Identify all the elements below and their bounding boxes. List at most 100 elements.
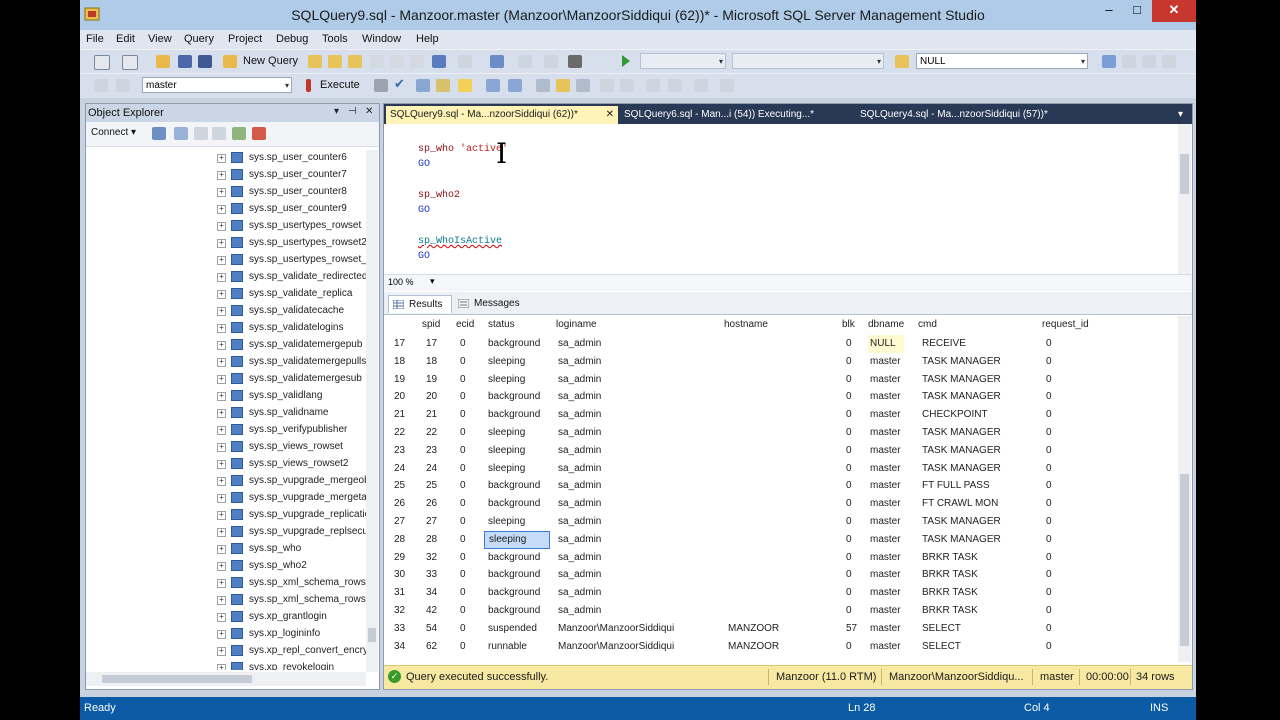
- zoom-dropdown-icon[interactable]: ▾: [430, 276, 435, 287]
- results-to-text-icon[interactable]: [556, 79, 570, 92]
- tree-item[interactable]: + sys.sp_validate_replica: [217, 286, 366, 302]
- grid-cell-cmd[interactable]: BRKR TASK: [922, 602, 978, 620]
- grid-cell-status[interactable]: sleeping: [488, 353, 525, 371]
- menu-query[interactable]: Query: [184, 33, 214, 45]
- paste-icon[interactable]: [410, 55, 424, 68]
- column-header-blk[interactable]: blk: [842, 316, 855, 334]
- properties-icon[interactable]: [1102, 55, 1116, 68]
- grid-cell-spid[interactable]: 22: [426, 424, 437, 442]
- grid-cell-ecid[interactable]: 0: [460, 335, 466, 353]
- close-tab-icon[interactable]: ✕: [606, 106, 614, 124]
- grid-cell-status[interactable]: background: [488, 549, 540, 567]
- column-header-ecid[interactable]: ecid: [456, 316, 474, 334]
- grid-cell-blk[interactable]: 0: [846, 424, 852, 442]
- grid-cell-ecid[interactable]: 0: [460, 638, 466, 656]
- grid-cell-blk[interactable]: 57: [846, 620, 857, 638]
- grid-cell-cmd[interactable]: TASK MANAGER: [922, 531, 1001, 549]
- grid-cell-spid[interactable]: 34: [426, 584, 437, 602]
- editor-scroll-thumb[interactable]: [1180, 154, 1189, 194]
- grid-cell-cmd[interactable]: SELECT: [922, 620, 961, 638]
- connect-object-icon[interactable]: [152, 127, 166, 140]
- grid-cell-spid[interactable]: 62: [426, 638, 437, 656]
- grid-cell-status[interactable]: sleeping: [488, 513, 525, 531]
- grid-cell-spid[interactable]: 23: [426, 442, 437, 460]
- tree-item[interactable]: + sys.xp_repl_convert_encrypt: [217, 643, 366, 659]
- save-all-icon[interactable]: [198, 55, 212, 68]
- grid-cell-status[interactable]: sleeping: [484, 530, 550, 549]
- sql-editor[interactable]: sp_who 'active' GO sp_who2 GO sp_WhoIsAc…: [384, 124, 1192, 274]
- grid-cell-row-number[interactable]: 32: [394, 602, 405, 620]
- analyze-icon[interactable]: [458, 79, 472, 92]
- grid-cell-ecid[interactable]: 0: [460, 531, 466, 549]
- grid-cell-dbname[interactable]: master: [870, 477, 901, 495]
- tree-item[interactable]: + sys.sp_user_counter7: [217, 167, 366, 183]
- tree-item[interactable]: + sys.sp_usertypes_rowset2: [217, 235, 366, 251]
- tab-sqlquery9[interactable]: SQLQuery9.sql - Ma...nzoorSiddiqui (62))…: [386, 106, 618, 124]
- grid-cell-request-id[interactable]: 0: [1046, 424, 1052, 442]
- tree-item[interactable]: + sys.sp_verifypublisher: [217, 422, 366, 438]
- grid-cell-blk[interactable]: 0: [846, 442, 852, 460]
- pin-icon[interactable]: ⊣: [348, 106, 357, 117]
- grid-cell-ecid[interactable]: 0: [460, 388, 466, 406]
- menu-edit[interactable]: Edit: [116, 33, 135, 45]
- column-header-cmd[interactable]: cmd: [918, 316, 937, 334]
- grid-cell-dbname[interactable]: master: [870, 424, 901, 442]
- new-query-icon[interactable]: [223, 55, 237, 68]
- grid-cell-loginame[interactable]: sa_admin: [558, 513, 601, 531]
- tree-item[interactable]: + sys.xp_logininfo: [217, 626, 366, 642]
- parse-check-icon[interactable]: ✔: [394, 76, 408, 91]
- tab-overflow-icon[interactable]: ▾: [1176, 106, 1190, 124]
- grid-cell-cmd[interactable]: TASK MANAGER: [922, 371, 1001, 389]
- find-combo[interactable]: NULL ▾: [916, 53, 1088, 69]
- connect-icon[interactable]: [94, 79, 108, 92]
- copy-icon[interactable]: [390, 55, 404, 68]
- grid-cell-ecid[interactable]: 0: [460, 620, 466, 638]
- tools-icon[interactable]: [1142, 55, 1156, 68]
- debug-start-icon[interactable]: [622, 55, 630, 67]
- tree-item[interactable]: + sys.sp_vupgrade_replication: [217, 507, 366, 523]
- grid-cell-request-id[interactable]: 0: [1046, 477, 1052, 495]
- grid-cell-blk[interactable]: 0: [846, 513, 852, 531]
- tree-item[interactable]: + sys.sp_user_counter9: [217, 201, 366, 217]
- window-icon[interactable]: [518, 55, 532, 68]
- tree-item[interactable]: + sys.sp_validate_redirected: [217, 269, 366, 285]
- grid-cell-ecid[interactable]: 0: [460, 371, 466, 389]
- tree-item[interactable]: + sys.sp_validatelogins: [217, 320, 366, 336]
- grid-cell-loginame[interactable]: Manzoor\ManzoorSiddiqui: [558, 620, 674, 638]
- menu-window[interactable]: Window: [362, 33, 401, 45]
- grid-cell-status[interactable]: runnable: [488, 638, 527, 656]
- grid-cell-row-number[interactable]: 26: [394, 495, 405, 513]
- tree-item[interactable]: + sys.xp_revokelogin: [217, 660, 366, 670]
- grid-cell-request-id[interactable]: 0: [1046, 549, 1052, 567]
- grid-cell-cmd[interactable]: CHECKPOINT: [922, 406, 988, 424]
- grid-cell-request-id[interactable]: 0: [1046, 353, 1052, 371]
- grid-cell-blk[interactable]: 0: [846, 406, 852, 424]
- grid-cell-ecid[interactable]: 0: [460, 442, 466, 460]
- grid-cell-ecid[interactable]: 0: [460, 353, 466, 371]
- grid-cell-cmd[interactable]: TASK MANAGER: [922, 513, 1001, 531]
- tree-item[interactable]: +sys.sp_vupgrade_mergetables: [217, 490, 366, 506]
- grid-cell-dbname[interactable]: master: [870, 513, 901, 531]
- connect-dropdown[interactable]: Connect ▾: [91, 127, 136, 138]
- database-combo[interactable]: master ▾: [142, 77, 292, 93]
- zoom-level[interactable]: 100 %: [388, 277, 414, 287]
- grid-cell-status[interactable]: background: [488, 477, 540, 495]
- grid-cell-spid[interactable]: 27: [426, 513, 437, 531]
- tab-messages[interactable]: Messages: [454, 295, 528, 313]
- tree-item[interactable]: + sys.sp_validname: [217, 405, 366, 421]
- grid-cell-request-id[interactable]: 0: [1046, 388, 1052, 406]
- grid-cell-spid[interactable]: 25: [426, 477, 437, 495]
- column-header-hostname[interactable]: hostname: [724, 316, 768, 334]
- grid-cell-status[interactable]: background: [488, 566, 540, 584]
- menu-help[interactable]: Help: [416, 33, 439, 45]
- grid-cell-cmd[interactable]: TASK MANAGER: [922, 353, 1001, 371]
- grid-cell-cmd[interactable]: TASK MANAGER: [922, 424, 1001, 442]
- grid-cell-ecid[interactable]: 0: [460, 495, 466, 513]
- grid-cell-ecid[interactable]: 0: [460, 406, 466, 424]
- grid-cell-dbname[interactable]: master: [870, 584, 901, 602]
- grid-cell-row-number[interactable]: 23: [394, 442, 405, 460]
- tree-horizontal-scrollbar[interactable]: [86, 672, 366, 686]
- grid-cell-cmd[interactable]: TASK MANAGER: [922, 442, 1001, 460]
- grid-scroll-thumb[interactable]: [1180, 474, 1189, 646]
- tree-item[interactable]: + sys.sp_who2: [217, 558, 366, 574]
